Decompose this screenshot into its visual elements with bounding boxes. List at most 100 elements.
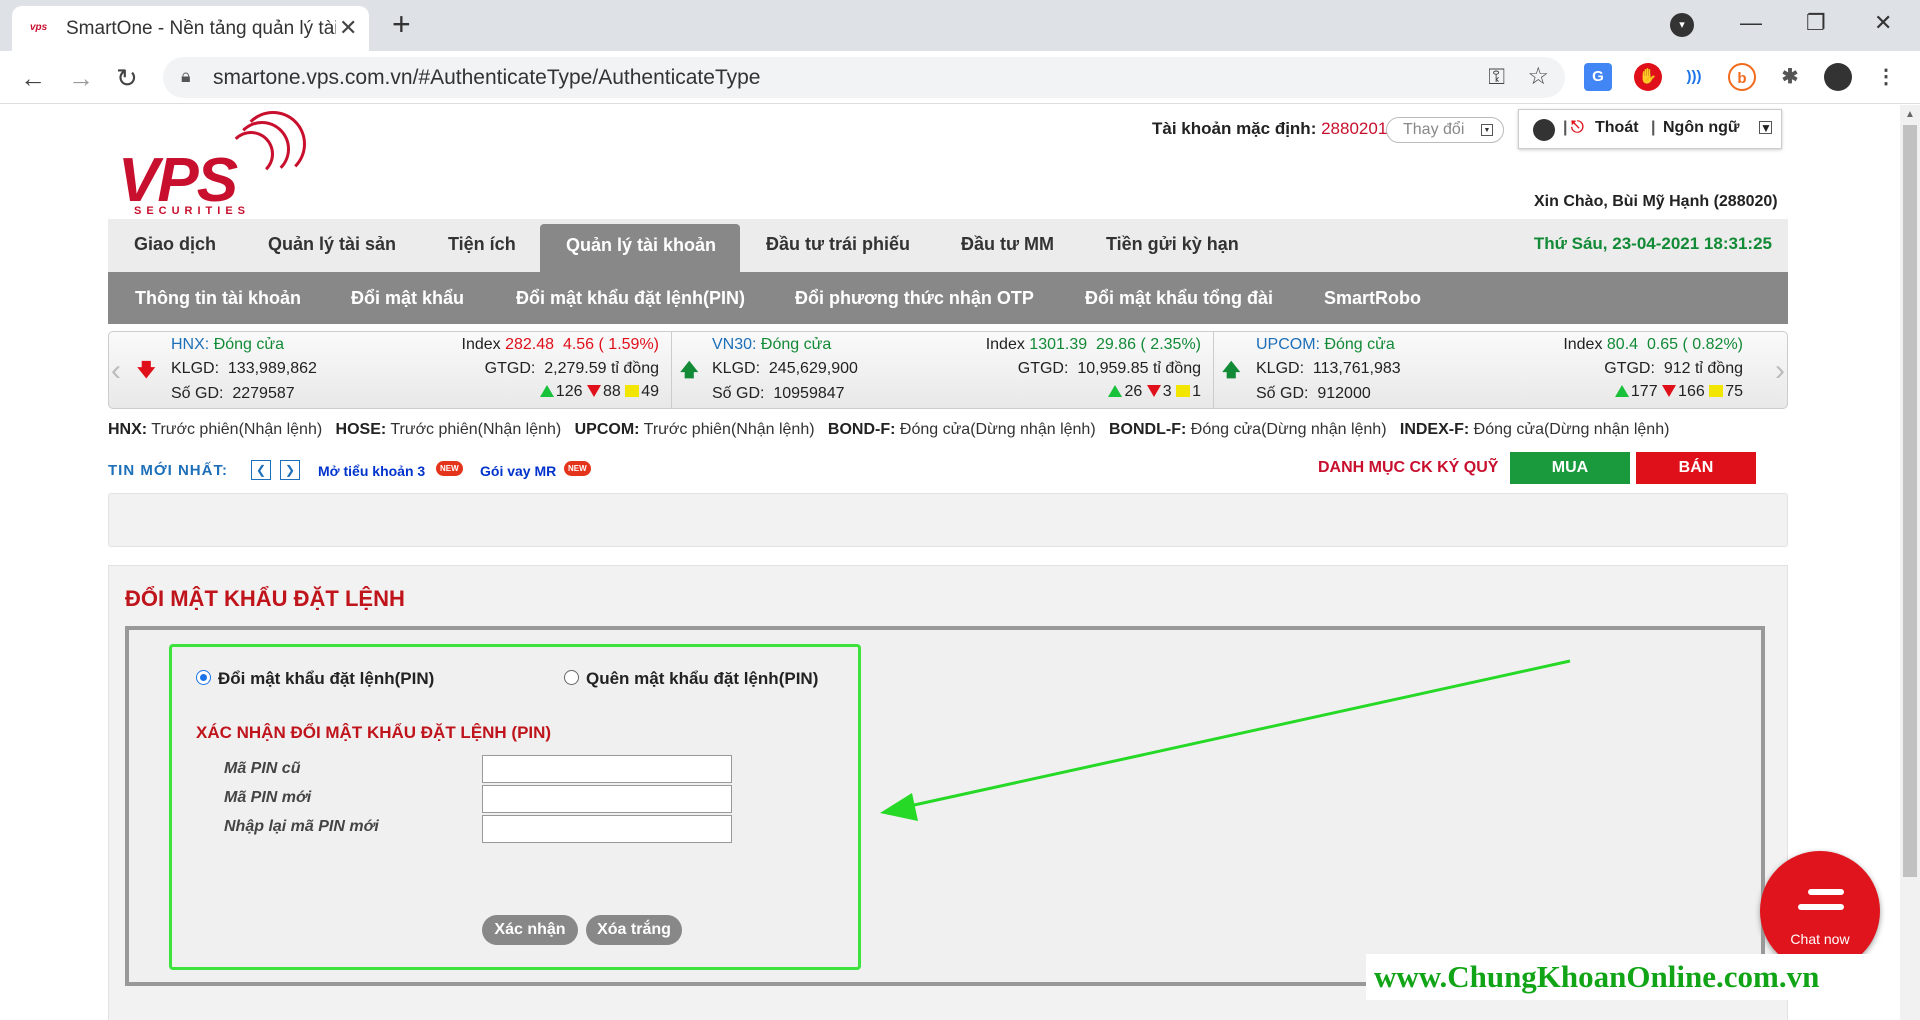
news-next-button[interactable]: ❯ xyxy=(280,460,300,480)
up-count-icon xyxy=(539,385,554,397)
close-window-icon[interactable]: ✕ xyxy=(1874,10,1892,36)
clock-icon[interactable] xyxy=(1533,119,1555,141)
account-number: 2880201 xyxy=(1321,119,1388,138)
form-container: Đổi mật khẩu đặt lệnh(PIN) Quên mật khẩu… xyxy=(125,626,1765,986)
news-prev-button[interactable]: ❮ xyxy=(251,460,271,480)
page-scrollbar[interactable]: ▲ xyxy=(1900,105,1920,1020)
radio-selected-icon xyxy=(196,670,211,685)
minimize-icon[interactable]: — xyxy=(1740,10,1762,36)
default-account: Tài khoản mặc định: 2880201 xyxy=(1152,119,1388,138)
language-dropdown-icon[interactable]: ▼ xyxy=(1759,121,1772,134)
current-datetime: Thứ Sáu, 23-04-2021 18:31:25 xyxy=(1533,234,1772,253)
news-label: TIN MỚI NHẤT: xyxy=(108,462,228,479)
ticker-vn30: VN30: Đóng cửa Index 1301.39 29.86 ( 2.3… xyxy=(671,332,1207,408)
radio-change-pin[interactable]: Đổi mật khẩu đặt lệnh(PIN) xyxy=(196,669,434,689)
translate-extension-icon[interactable]: G xyxy=(1584,63,1612,91)
logout-link[interactable]: Thoát xyxy=(1595,119,1639,137)
vps-favicon-icon: vps xyxy=(30,22,48,33)
old-pin-field[interactable] xyxy=(482,755,732,783)
scroll-thumb[interactable] xyxy=(1903,125,1917,877)
margin-list-label[interactable]: DANH MỤC CK KÝ QUỸ xyxy=(1318,459,1498,477)
news-link-subaccount[interactable]: Mở tiểu khoản 3 xyxy=(318,463,425,479)
ticker-upcom: UPCOM: Đóng cửa Index 80.4 0.65 ( 0.82%)… xyxy=(1213,332,1749,408)
user-toolbox: | ⎋ Thoát | Ngôn ngữ ▼ xyxy=(1518,109,1782,149)
clear-button[interactable]: Xóa trắng xyxy=(586,915,682,945)
close-tab-icon[interactable]: ✕ xyxy=(339,15,357,41)
ticker-hnx: HNX: Đóng cửa Index 282.48 4.56 ( 1.59%)… xyxy=(137,336,659,402)
language-link[interactable]: Ngôn ngữ xyxy=(1663,119,1739,137)
unchanged-count-icon xyxy=(625,385,640,397)
subnav-change-otp[interactable]: Đổi phương thức nhận OTP xyxy=(795,288,1034,309)
wifi-extension-icon[interactable]: ))) xyxy=(1680,63,1708,91)
nav-assets[interactable]: Quản lý tài sản xyxy=(268,234,396,255)
nav-utilities[interactable]: Tiện ích xyxy=(448,234,516,255)
address-bar[interactable]: 🔒︎ smartone.vps.com.vn/#AuthenticateType… xyxy=(163,57,1565,98)
new-tab-icon[interactable]: + xyxy=(392,6,411,43)
reload-icon[interactable]: ↻ xyxy=(116,63,138,94)
nav-bonds[interactable]: Đầu tư trái phiếu xyxy=(766,234,910,255)
orange-extension-icon[interactable]: b xyxy=(1728,63,1756,91)
subnav-change-password[interactable]: Đổi mật khẩu xyxy=(351,288,464,309)
forward-icon[interactable]: → xyxy=(68,63,94,94)
browser-tab[interactable]: vps SmartOne - Nền tảng quản lý tài ✕ xyxy=(12,6,369,51)
menu-icon[interactable]: ⋮ xyxy=(1872,63,1900,91)
news-link-margin-loan[interactable]: Gói vay MR xyxy=(480,463,556,479)
confirm-pin-label: Nhập lại mã PIN mới xyxy=(224,818,379,835)
bookmark-star-icon[interactable]: ☆ xyxy=(1527,62,1549,91)
page-content: VPS SECURITIES Tài khoản mặc định: 28802… xyxy=(0,105,1900,1020)
up-arrow-icon: 🡅 xyxy=(1222,360,1241,380)
new-pin-field[interactable] xyxy=(482,785,732,813)
down-count-icon xyxy=(1662,385,1677,397)
down-arrow-icon: 🡇 xyxy=(137,360,156,380)
change-account-button[interactable]: Thay đổi ▼ xyxy=(1386,117,1504,143)
scroll-up-icon[interactable]: ▲ xyxy=(1905,109,1915,120)
chat-icon xyxy=(1798,889,1844,919)
main-nav: Giao dịch Quản lý tài sản Tiện ích Quản … xyxy=(108,219,1788,272)
vps-logo[interactable]: VPS SECURITIES xyxy=(118,111,306,217)
down-count-icon xyxy=(1146,385,1161,397)
key-icon[interactable]: ⚿ xyxy=(1488,64,1505,90)
confirm-pin-field[interactable] xyxy=(482,815,732,843)
extensions-puzzle-icon[interactable]: ✱ xyxy=(1776,63,1804,91)
page-title: ĐỔI MẬT KHẨU ĐẶT LỆNH xyxy=(125,586,405,611)
subnav-account-info[interactable]: Thông tin tài khoản xyxy=(135,288,301,309)
back-icon[interactable]: ← xyxy=(20,63,46,94)
down-count-icon xyxy=(586,385,601,397)
unchanged-count-icon xyxy=(1709,385,1724,397)
index-ticker: ‹ › HNX: Đóng cửa Index 282.48 4.56 ( 1.… xyxy=(108,331,1788,409)
nav-account-management[interactable]: Quản lý tài khoản xyxy=(540,224,740,272)
restore-icon[interactable]: ❐ xyxy=(1806,10,1826,36)
ticker-prev-icon[interactable]: ‹ xyxy=(111,354,121,388)
change-pin-panel: ĐỔI MẬT KHẨU ĐẶT LỆNH Đổi mật khẩu đặt l… xyxy=(108,565,1788,1020)
old-pin-label: Mã PIN cũ xyxy=(224,760,301,777)
tab-strip: vps SmartOne - Nền tảng quản lý tài ✕ + … xyxy=(0,0,1920,51)
browser-toolbar: ← → ↻ 🔒︎ smartone.vps.com.vn/#Authentica… xyxy=(0,51,1920,104)
subnav-change-call-password[interactable]: Đổi mật khẩu tổng đài xyxy=(1085,288,1273,309)
sub-nav: Thông tin tài khoản Đổi mật khẩu Đổi mật… xyxy=(108,272,1788,324)
lock-icon[interactable]: 🔒︎ xyxy=(181,66,191,87)
tab-title: SmartOne - Nền tảng quản lý tài xyxy=(66,18,336,39)
nav-trading[interactable]: Giao dịch xyxy=(134,234,216,255)
nav-mm[interactable]: Đầu tư MM xyxy=(961,234,1054,255)
url-text[interactable]: smartone.vps.com.vn/#AuthenticateType/Au… xyxy=(213,66,760,90)
new-badge: NEW xyxy=(564,461,591,476)
dropdown-icon: ▼ xyxy=(1481,124,1493,136)
nav-term-deposit[interactable]: Tiền gửi kỳ hạn xyxy=(1106,234,1239,255)
greeting: Xin Chào, Bùi Mỹ Hạnh (288020) xyxy=(1534,193,1778,210)
subnav-change-pin[interactable]: Đổi mật khẩu đặt lệnh(PIN) xyxy=(516,288,745,309)
subnav-smartrobo[interactable]: SmartRobo xyxy=(1324,288,1421,309)
submit-button[interactable]: Xác nhận xyxy=(482,915,578,945)
new-pin-label: Mã PIN mới xyxy=(224,789,312,806)
adblock-extension-icon[interactable]: ✋ xyxy=(1634,63,1662,91)
tab-search-icon[interactable]: ▾ xyxy=(1670,13,1694,37)
buy-button[interactable]: MUA xyxy=(1510,452,1630,484)
sell-button[interactable]: BÁN xyxy=(1636,452,1756,484)
profile-avatar[interactable] xyxy=(1824,63,1852,91)
chat-now-button[interactable]: Chat now xyxy=(1760,851,1880,971)
radio-forgot-pin[interactable]: Quên mật khẩu đặt lệnh(PIN) xyxy=(564,669,818,689)
new-badge: NEW xyxy=(436,461,463,476)
ticker-next-icon[interactable]: › xyxy=(1775,354,1785,388)
form-section-title: XÁC NHẬN ĐỔI MẬT KHẨU ĐẶT LỆNH (PIN) xyxy=(196,723,552,742)
up-count-icon xyxy=(1108,385,1123,397)
logout-icon[interactable]: ⎋ xyxy=(1571,119,1584,137)
